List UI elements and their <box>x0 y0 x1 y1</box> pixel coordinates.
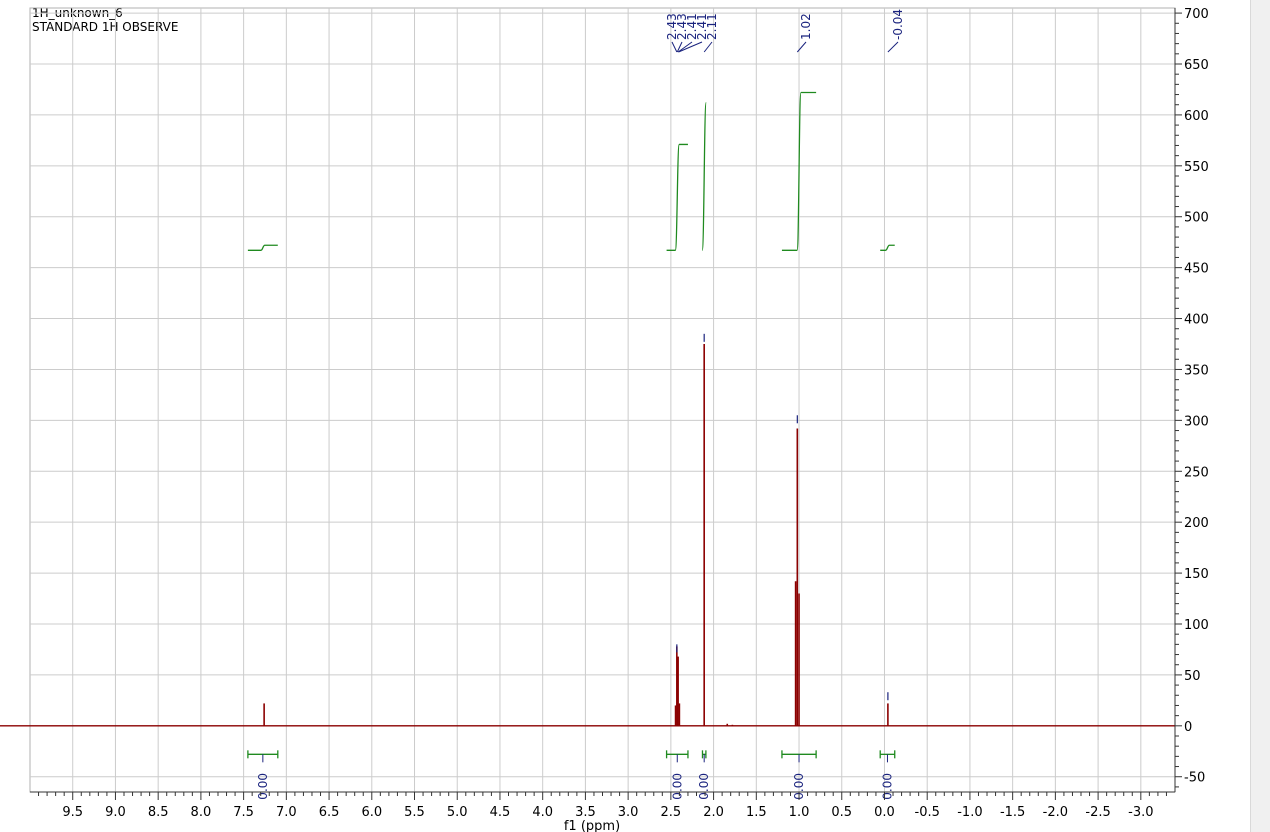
integral-curve <box>701 102 707 251</box>
y-tick-label: 100 <box>1184 618 1209 633</box>
window-edge-strip <box>1250 0 1270 832</box>
x-tick-label: 3.5 <box>575 805 596 820</box>
x-tick-label: 5.0 <box>447 805 468 820</box>
y-tick-label: -50 <box>1184 771 1205 786</box>
y-tick-label: 300 <box>1184 414 1209 429</box>
y-tick-label: 50 <box>1184 669 1201 684</box>
y-tick-label: 500 <box>1184 211 1209 226</box>
y-tick-label: 200 <box>1184 516 1209 531</box>
x-tick-label: -3.0 <box>1128 805 1153 820</box>
y-tick-label: 700 <box>1184 7 1209 22</box>
x-tick-label: 8.0 <box>191 805 212 820</box>
y-tick-label: 600 <box>1184 109 1209 124</box>
axis-layer: 9.5 9.0 8.5 8.0 7.5 7.0 6.5 6.0 5.5 5.0 4.5 4.0 3.5 3… <box>30 7 1209 820</box>
grid-layer <box>29 7 1176 793</box>
integral-value-label: 0.00 <box>697 773 711 800</box>
y-tick-label: 150 <box>1184 567 1209 582</box>
x-axis-label: f1 (ppm) <box>564 819 620 832</box>
plot-frame <box>29 7 1176 793</box>
x-tick-label: 2.0 <box>703 805 724 820</box>
x-tick-label: 1.0 <box>789 805 810 820</box>
x-tick-label: 6.5 <box>319 805 340 820</box>
x-tick-label: 0.0 <box>874 805 895 820</box>
x-tick-label: 9.5 <box>62 805 83 820</box>
x-tick-label: 9.0 <box>105 805 126 820</box>
x-tick-label: 0.5 <box>831 805 852 820</box>
x-tick-label: 6.0 <box>361 805 382 820</box>
y-tick-label: 250 <box>1184 465 1209 480</box>
y-tick-label: 350 <box>1184 363 1209 378</box>
x-tick-label: 1.5 <box>746 805 767 820</box>
nmr-spectrum-chart: 0.00 0.00 0.00 0.00 0.00 2.432.432.412.412.1… <box>0 7 1209 832</box>
peak-label-connector <box>703 41 713 53</box>
integral-value-label: 0.00 <box>880 773 894 800</box>
peak-label-connector <box>887 41 899 53</box>
x-tick-label: 4.0 <box>532 805 553 820</box>
y-tick-label: 650 <box>1184 58 1209 73</box>
peak-position-label: 1.02 <box>799 13 813 40</box>
x-tick-label: 7.0 <box>276 805 297 820</box>
integral-curve <box>880 244 895 251</box>
integral-value-label: 0.00 <box>670 773 684 800</box>
x-tick-label: 4.5 <box>490 805 511 820</box>
integral-value-label: 0.00 <box>256 773 270 800</box>
x-tick-label: -0.5 <box>915 805 940 820</box>
x-tick-label: -1.0 <box>957 805 982 820</box>
x-tick-label: 8.5 <box>148 805 169 820</box>
x-tick-label: -2.0 <box>1043 805 1068 820</box>
peak-label-connector <box>671 41 678 53</box>
y-tick-label: 450 <box>1184 262 1209 277</box>
peak-position-label: -0.04 <box>891 9 905 40</box>
y-tick-label: 0 <box>1184 720 1192 735</box>
x-tick-label: 5.5 <box>404 805 425 820</box>
peak-position-label: 2.11 <box>705 13 719 40</box>
x-tick-label: -2.5 <box>1085 805 1110 820</box>
x-tick-label: 2.5 <box>661 805 682 820</box>
integral-curve <box>666 143 688 251</box>
spectrum-layer <box>0 344 1175 727</box>
y-tick-label: 400 <box>1184 313 1209 328</box>
x-tick-label: 3.0 <box>618 805 639 820</box>
integral-curve <box>247 244 278 251</box>
x-tick-label: 7.5 <box>233 805 254 820</box>
peak-label-layer: 2.432.432.412.412.11 1.02 -0.04 <box>665 9 905 701</box>
x-tick-label: -1.5 <box>1000 805 1025 820</box>
y-tick-label: 550 <box>1184 160 1209 175</box>
